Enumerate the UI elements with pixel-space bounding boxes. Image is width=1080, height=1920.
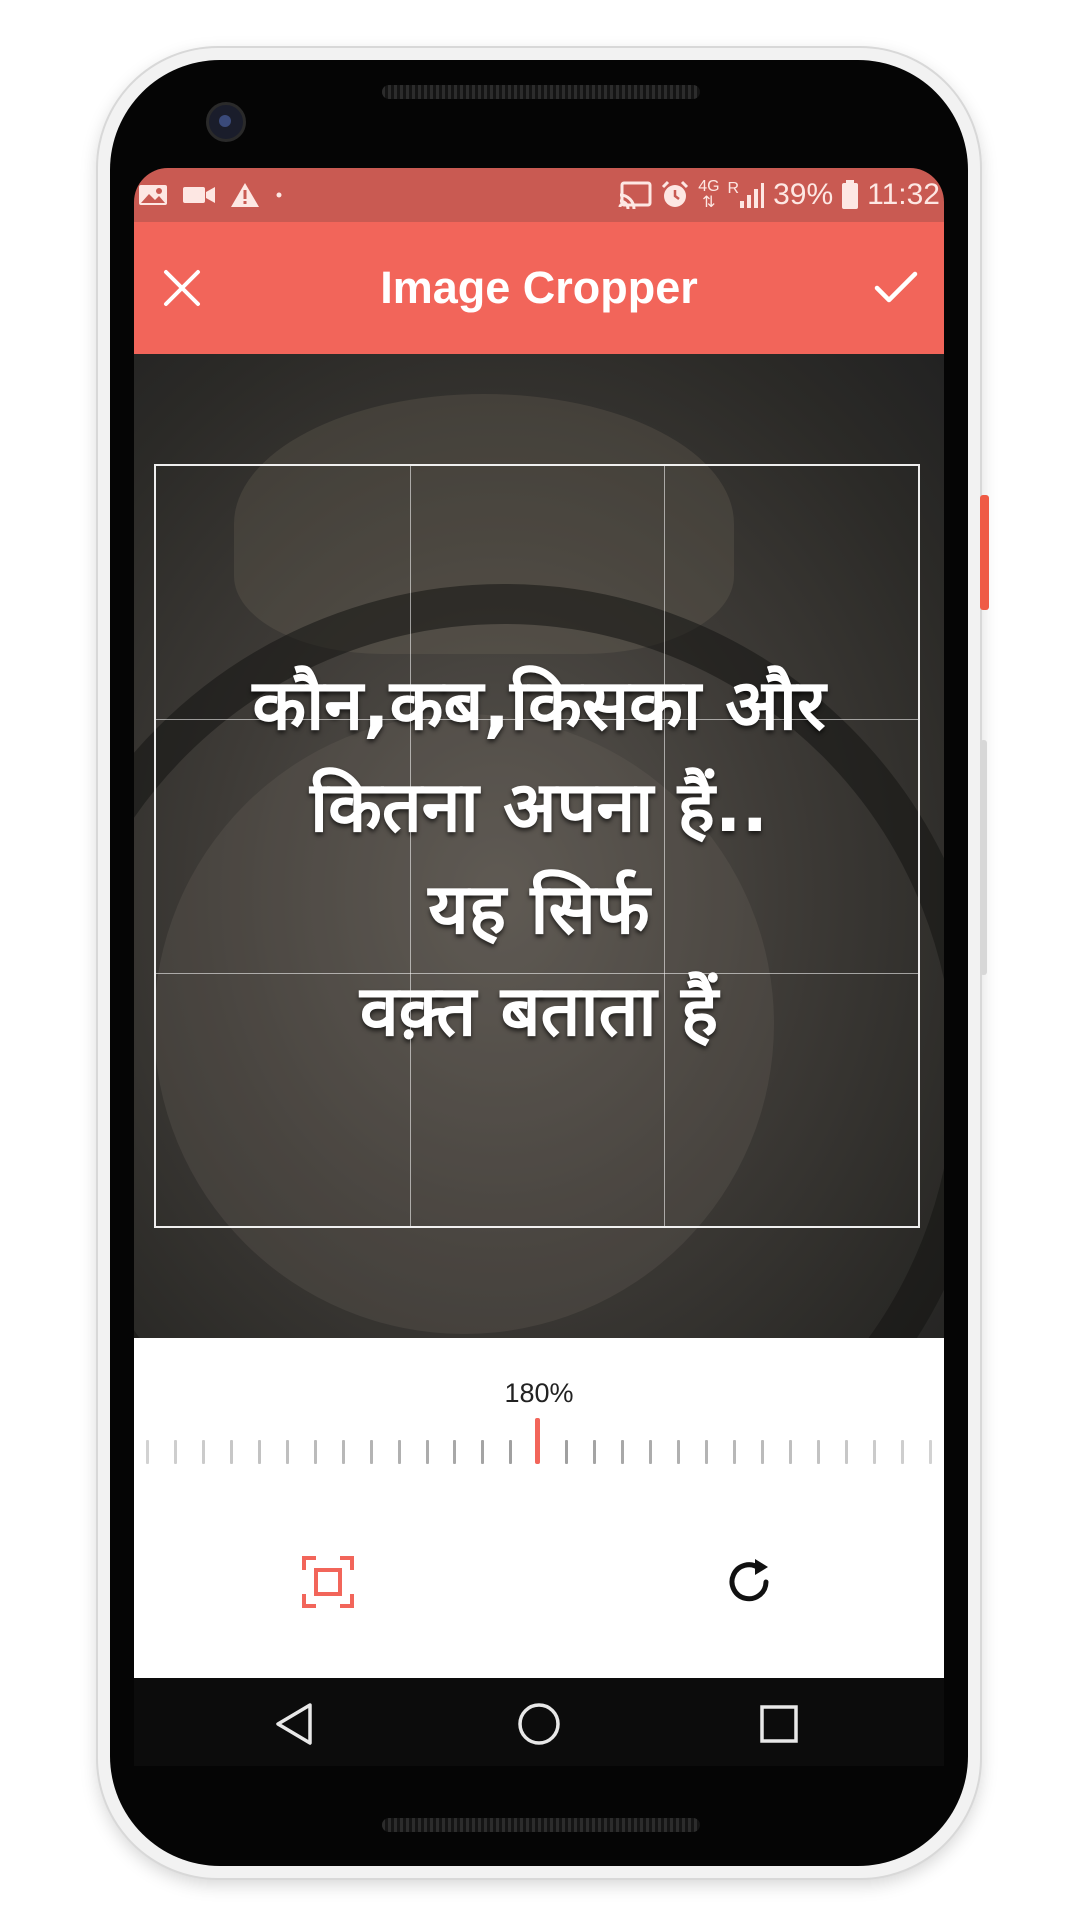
ruler-tick: [425, 1440, 429, 1464]
ruler-tick: [397, 1440, 401, 1464]
data-arrows-icon: ⇅: [702, 194, 716, 211]
navigation-bar: [134, 1678, 944, 1766]
ruler-tick: [369, 1440, 373, 1464]
ruler-tick: [733, 1440, 737, 1464]
volume-button: [980, 740, 987, 975]
crop-grid-line: [663, 466, 665, 1226]
cast-icon: [618, 181, 652, 209]
zoom-controls: 180%: [134, 1338, 944, 1488]
rotate-icon: [729, 1559, 769, 1602]
ruler-tick: [146, 1440, 149, 1464]
ruler-tick: [341, 1440, 345, 1464]
confirm-button[interactable]: [862, 254, 930, 322]
ruler-tick: [173, 1440, 177, 1464]
alarm-icon: [660, 180, 690, 210]
crop-grid-line: [156, 719, 918, 721]
bottom-speaker: [382, 1818, 700, 1832]
crop-grid-line: [156, 972, 918, 974]
crop-frame[interactable]: [154, 464, 920, 1228]
tool-bar: [134, 1486, 944, 1678]
ruler-tick: [285, 1440, 289, 1464]
ruler-tick: [844, 1440, 848, 1464]
ruler-tick: [872, 1440, 876, 1464]
ruler-tick: [705, 1440, 709, 1464]
earpiece-speaker: [382, 85, 700, 99]
network-4g-icon: 4G ⇅: [698, 178, 720, 211]
ruler-tick: [201, 1440, 205, 1464]
crop-grid-line: [409, 466, 411, 1226]
power-button: [980, 495, 989, 610]
back-button[interactable]: [264, 1694, 324, 1754]
ruler-tick: [509, 1440, 513, 1464]
close-button[interactable]: [148, 254, 216, 322]
signal-icon: R: [728, 181, 766, 209]
check-icon: [874, 271, 918, 303]
ruler-tick: [900, 1440, 904, 1464]
warning-icon: [230, 182, 260, 208]
ruler-tick: [621, 1440, 625, 1464]
ruler-tick: [928, 1440, 932, 1464]
ruler-tick: [788, 1440, 792, 1464]
rotate-button[interactable]: [709, 1542, 789, 1622]
clock-time: 11:32: [867, 178, 940, 211]
aspect-ratio-button[interactable]: [288, 1542, 368, 1622]
home-circle-icon: [518, 1703, 560, 1745]
ruler-tick: [760, 1440, 764, 1464]
battery-percent: 39%: [773, 178, 834, 211]
back-triangle-icon: [276, 1703, 312, 1745]
ruler-tick: [677, 1440, 681, 1464]
ruler-tick: [257, 1440, 261, 1464]
zoom-label: 180%: [504, 1378, 574, 1408]
close-icon: [164, 270, 200, 306]
image-preview[interactable]: कौन,कब,किसका और कितना अपना हैं.. यह सिर्…: [134, 354, 944, 1338]
front-camera-icon: [206, 102, 246, 142]
home-button[interactable]: [509, 1694, 569, 1754]
ruler-tick: [229, 1440, 233, 1464]
ruler-tick: [649, 1440, 653, 1464]
dot-icon: [274, 190, 284, 200]
status-left-icons: [134, 182, 284, 208]
ruler-tick: [593, 1440, 597, 1464]
ruler-tick: [313, 1440, 317, 1464]
crop-frame-icon: [302, 1556, 354, 1608]
status-bar: 4G ⇅ R 39% 11:32: [134, 168, 944, 222]
screen: 4G ⇅ R 39% 11:32 Image Cropper कौन,कब,कि…: [134, 168, 944, 1766]
ruler-tick: [816, 1440, 820, 1464]
recents-button[interactable]: [749, 1694, 809, 1754]
zoom-indicator[interactable]: [535, 1418, 540, 1464]
ruler-tick: [481, 1440, 485, 1464]
ruler-tick: [565, 1440, 569, 1464]
video-icon: [182, 184, 216, 206]
stage: 4G ⇅ R 39% 11:32 Image Cropper कौन,कब,कि…: [0, 0, 1080, 1920]
recents-square-icon: [760, 1705, 798, 1743]
app-title: Image Cropper: [380, 262, 698, 313]
gallery-icon: [138, 183, 168, 207]
status-right-icons: 4G ⇅ R 39% 11:32: [618, 178, 944, 212]
ruler-tick: [453, 1440, 457, 1464]
app-bar: Image Cropper: [134, 222, 944, 354]
battery-icon: [841, 180, 859, 210]
